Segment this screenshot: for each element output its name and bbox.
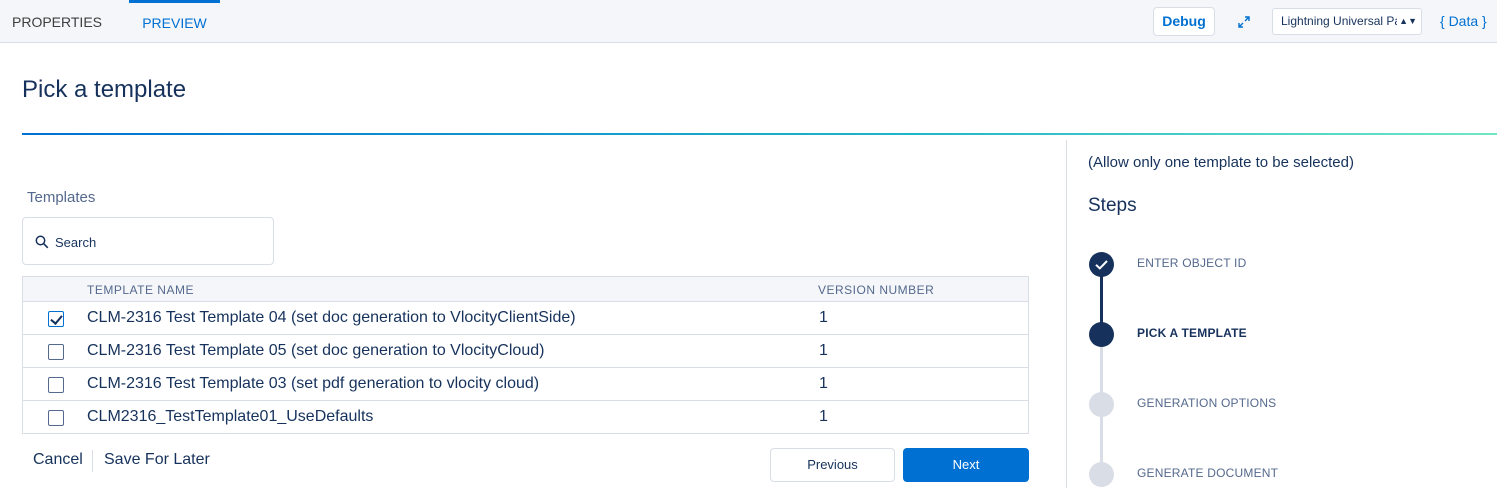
selection-note: (Allow only one template to be selected)	[1088, 154, 1354, 171]
search-input[interactable]	[55, 231, 265, 253]
footer-separator	[92, 450, 93, 472]
step-marker-enter-object-id	[1089, 252, 1114, 277]
checkmark-icon	[1095, 260, 1108, 270]
column-header-version-number[interactable]: VERSION NUMBER	[818, 283, 934, 297]
save-for-later-link[interactable]: Save For Later	[104, 451, 210, 469]
tab-preview[interactable]: PREVIEW	[129, 0, 220, 43]
step-marker-generate-document	[1089, 462, 1114, 487]
template-name-cell: CLM-2316 Test Template 03 (set pdf gener…	[87, 375, 540, 392]
step-label-pick-a-template[interactable]: PICK A TEMPLATE	[1137, 326, 1247, 340]
column-header-template-name[interactable]: TEMPLATE NAME	[87, 283, 194, 297]
builder-toolbar: PROPERTIES PREVIEW Debug Lightning Unive…	[0, 0, 1497, 43]
data-link[interactable]: { Data }	[1440, 13, 1487, 29]
page-title: Pick a template	[22, 76, 187, 103]
search-icon	[35, 235, 49, 249]
version-number-cell: 1	[819, 408, 828, 425]
step-label-enter-object-id[interactable]: ENTER OBJECT ID	[1137, 256, 1246, 270]
cancel-link[interactable]: Cancel	[33, 451, 83, 469]
steps-title: Steps	[1088, 195, 1137, 216]
tab-properties[interactable]: PROPERTIES	[12, 0, 102, 43]
step-marker-generation-options	[1089, 392, 1114, 417]
version-number-cell: 1	[819, 309, 828, 326]
row-checkbox[interactable]	[48, 377, 64, 393]
templates-label: Templates	[27, 189, 96, 206]
template-name-cell: CLM2316_TestTemplate01_UseDefaults	[87, 408, 374, 425]
next-button[interactable]: Next	[903, 448, 1029, 482]
expand-icon[interactable]	[1236, 14, 1252, 30]
previous-button[interactable]: Previous	[770, 448, 895, 482]
step-label-generation-options[interactable]: GENERATION OPTIONS	[1137, 396, 1276, 410]
page-type-select-value: Lightning Universal Page	[1281, 14, 1415, 28]
row-checkbox[interactable]	[48, 410, 64, 426]
table-row[interactable]: CLM2316_TestTemplate01_UseDefaults 1	[23, 401, 1028, 434]
template-name-cell: CLM-2316 Test Template 04 (set doc gener…	[87, 309, 576, 326]
templates-table: TEMPLATE NAME VERSION NUMBER CLM-2316 Te…	[22, 276, 1029, 434]
row-checkbox[interactable]	[48, 344, 64, 360]
table-row[interactable]: CLM-2316 Test Template 03 (set pdf gener…	[23, 368, 1028, 401]
select-arrows-icon: ▲▼	[1397, 9, 1417, 34]
table-header: TEMPLATE NAME VERSION NUMBER	[23, 277, 1028, 302]
version-number-cell: 1	[819, 375, 828, 392]
table-row[interactable]: CLM-2316 Test Template 05 (set doc gener…	[23, 335, 1028, 368]
version-number-cell: 1	[819, 342, 828, 359]
row-checkbox[interactable]	[48, 311, 64, 327]
step-label-generate-document[interactable]: GENERATE DOCUMENT	[1137, 466, 1278, 480]
step-marker-pick-a-template	[1089, 322, 1114, 347]
debug-button[interactable]: Debug	[1153, 7, 1215, 36]
page-type-select[interactable]: Lightning Universal Page ▲▼	[1272, 8, 1422, 35]
title-divider	[22, 133, 1497, 135]
table-row[interactable]: CLM-2316 Test Template 04 (set doc gener…	[23, 302, 1028, 335]
panel-divider	[1066, 140, 1067, 488]
template-name-cell: CLM-2316 Test Template 05 (set doc gener…	[87, 342, 545, 359]
search-box[interactable]	[22, 217, 274, 265]
